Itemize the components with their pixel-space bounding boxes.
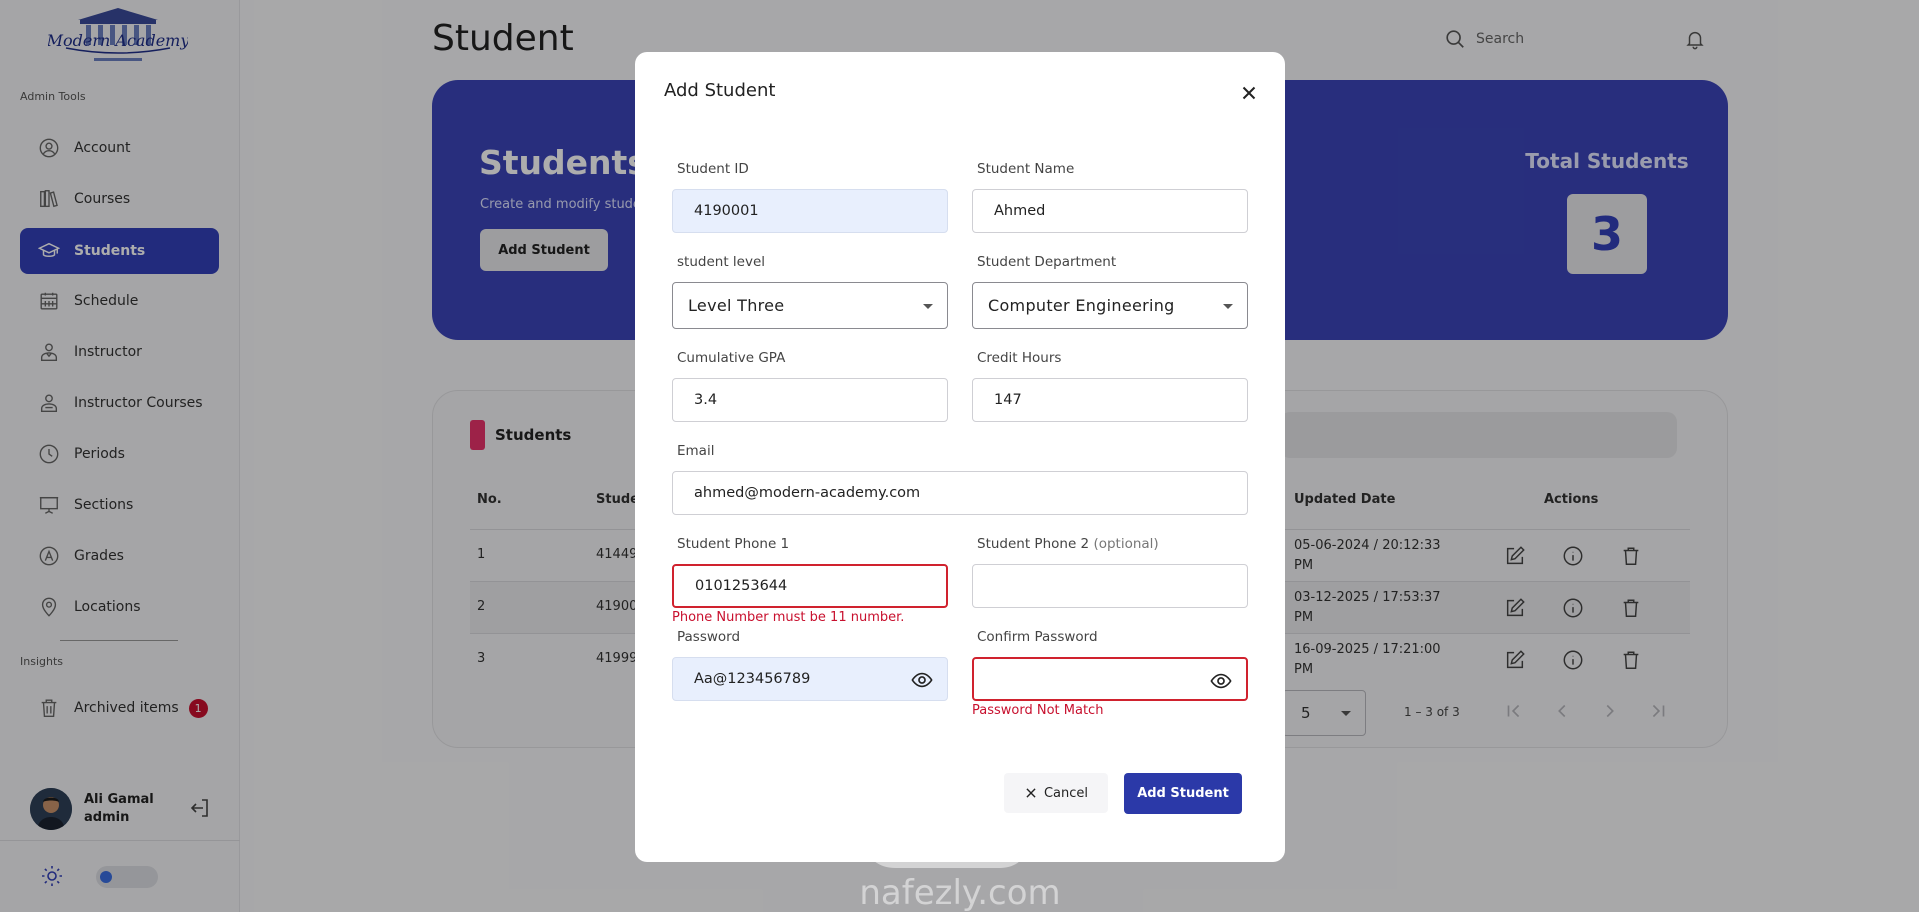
phone1-error: Phone Number must be 11 number.: [672, 610, 905, 625]
student-level-value: Level Three: [688, 296, 785, 315]
confirm-password-field[interactable]: [972, 657, 1248, 701]
password-field[interactable]: Aa@123456789: [672, 657, 948, 701]
student-id-label: Student ID: [677, 161, 749, 177]
chevron-down-icon: [1223, 304, 1233, 309]
password-value: Aa@123456789: [694, 671, 811, 687]
confirm-password-error: Password Not Match: [972, 703, 1104, 718]
dialog-title: Add Student: [664, 80, 776, 101]
student-name-field[interactable]: Ahmed: [972, 189, 1248, 233]
submit-add-student-button[interactable]: Add Student: [1124, 773, 1242, 814]
confirm-password-label: Confirm Password: [977, 629, 1098, 645]
email-field[interactable]: ahmed@modern-academy.com: [672, 471, 1248, 515]
eye-icon[interactable]: [1210, 670, 1232, 692]
email-label: Email: [677, 443, 715, 459]
optional-hint: (optional): [1093, 536, 1159, 552]
credit-hours-value: 147: [994, 392, 1022, 408]
student-name-label: Student Name: [977, 161, 1075, 177]
phone2-label: Student Phone 2 (optional): [977, 536, 1159, 552]
nafezly-watermark: nafezly.com: [858, 804, 1061, 912]
phone1-value: 0101253644: [695, 578, 788, 594]
phone1-label: Student Phone 1: [677, 536, 790, 552]
phone2-field[interactable]: [972, 564, 1248, 608]
cancel-label: Cancel: [1043, 785, 1089, 801]
student-level-select[interactable]: Level Three: [672, 282, 948, 329]
gpa-value: 3.4: [694, 392, 718, 408]
student-name-value: Ahmed: [994, 203, 1046, 219]
student-level-label: student level: [677, 254, 766, 270]
student-department-select[interactable]: Computer Engineering: [972, 282, 1248, 329]
email-value: ahmed@modern-academy.com: [694, 485, 921, 501]
svg-text:nafezly.com: nafezly.com: [859, 873, 1060, 912]
close-icon[interactable]: [1238, 82, 1260, 104]
close-icon: [1026, 788, 1036, 798]
phone2-label-text: Student Phone 2: [977, 536, 1090, 552]
credit-hours-label: Credit Hours: [977, 350, 1062, 366]
student-department-value: Computer Engineering: [988, 296, 1175, 315]
gpa-field[interactable]: 3.4: [672, 378, 948, 422]
password-label: Password: [677, 629, 741, 645]
gpa-label: Cumulative GPA: [677, 350, 786, 366]
eye-icon[interactable]: [911, 669, 933, 691]
credit-hours-field[interactable]: 147: [972, 378, 1248, 422]
student-id-value: 4190001: [694, 203, 759, 219]
add-student-dialog: Add Student Student ID 4190001 Student N…: [635, 52, 1285, 862]
student-id-field[interactable]: 4190001: [672, 189, 948, 233]
student-department-label: Student Department: [977, 254, 1117, 270]
chevron-down-icon: [923, 304, 933, 309]
phone1-field[interactable]: 0101253644: [672, 564, 948, 608]
